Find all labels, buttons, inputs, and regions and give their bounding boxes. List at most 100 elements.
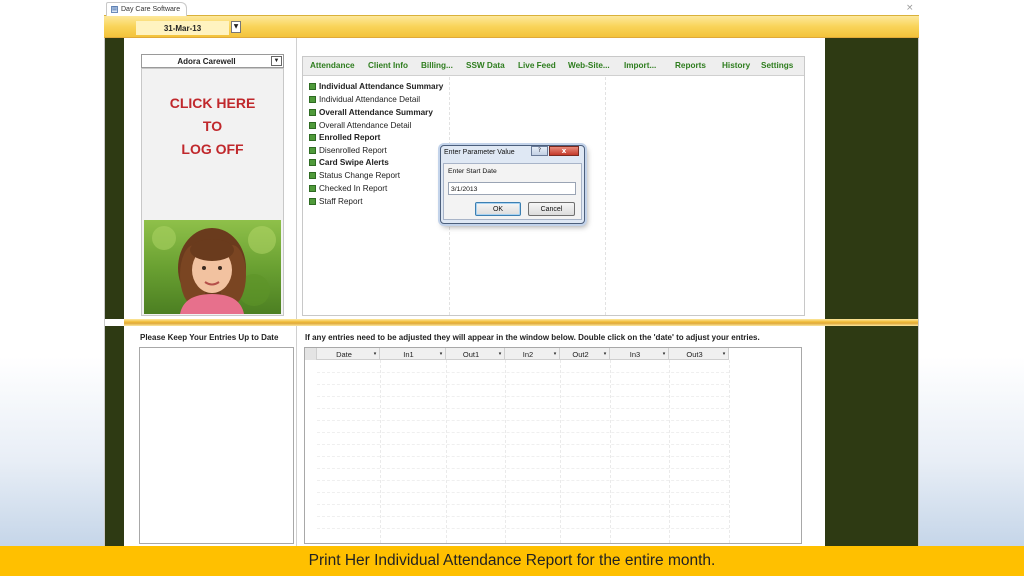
logoff-line-1: CLICK HERE (169, 95, 256, 111)
section-divider (124, 319, 918, 326)
caption-text: Print Her Individual Attendance Report f… (308, 552, 716, 569)
notes-box[interactable] (139, 347, 294, 544)
tab-attendance[interactable]: Attendance (310, 61, 355, 70)
report-bullet-icon (309, 134, 316, 141)
entries-instructions: If any entries need to be adjusted they … (305, 333, 760, 342)
tab-import[interactable]: Import... (624, 61, 656, 70)
column-out1[interactable]: Out1 ▾ (446, 348, 505, 360)
column-label: In3 (629, 349, 641, 359)
column-in2[interactable]: In2 ▾ (505, 348, 560, 360)
column-out3[interactable]: Out3 ▾ (669, 348, 729, 360)
date-dropdown-icon[interactable]: ▼ (231, 21, 241, 33)
grid-select-all[interactable] (305, 348, 317, 360)
column-label: In2 (522, 349, 534, 359)
column-label: In1 (403, 349, 414, 359)
grid-row-line (317, 492, 729, 493)
tab-reports[interactable]: Reports (675, 61, 706, 70)
grid-row-line (317, 516, 729, 517)
left-side-strip-lower (105, 326, 124, 546)
report-overall-attendance-detail[interactable]: Overall Attendance Detail (309, 121, 411, 130)
column-label: Out1 (462, 349, 480, 359)
document-tab-title: Day Care Software (121, 6, 181, 13)
sort-arrow-icon[interactable]: ▾ (371, 351, 379, 357)
report-checked-in[interactable]: Checked In Report (309, 184, 387, 193)
report-bullet-icon (309, 96, 316, 103)
report-label: Enrolled Report (319, 133, 381, 142)
report-bullet-icon (309, 109, 316, 116)
tab-ssw-data[interactable]: SSW Data (466, 61, 505, 70)
tab-settings[interactable]: Settings (761, 61, 793, 70)
child-photo-image (144, 220, 281, 314)
user-select[interactable]: Adora Carewell ▼ (141, 54, 284, 68)
logoff-line-3: LOG OFF (181, 141, 244, 157)
sort-arrow-icon[interactable]: ▾ (496, 351, 504, 357)
grid-row-line (317, 420, 729, 421)
grid-row-line (317, 408, 729, 409)
tab-web-site[interactable]: Web-Site... (568, 61, 610, 70)
column-label: Out2 (572, 349, 589, 359)
start-date-input[interactable]: 3/1/2013 (448, 182, 576, 195)
tab-history[interactable]: History (722, 61, 750, 70)
sort-arrow-icon[interactable]: ▾ (601, 351, 609, 357)
grid-row-line (317, 456, 729, 457)
sort-arrow-icon[interactable]: ▾ (437, 351, 445, 357)
column-label: Date (336, 349, 352, 359)
report-label: Staff Report (319, 197, 363, 206)
column-in1[interactable]: In1 ▾ (380, 348, 446, 360)
report-bullet-icon (309, 172, 316, 179)
report-card-swipe-alerts[interactable]: Card Swipe Alerts (309, 158, 389, 167)
report-label: Overall Attendance Detail (319, 121, 412, 130)
report-individual-attendance-detail[interactable]: Individual Attendance Detail (309, 95, 420, 104)
report-label: Card Swipe Alerts (319, 158, 389, 167)
report-bullet-icon (309, 198, 316, 205)
report-label: Overall Attendance Summary (319, 108, 433, 117)
column-divider (605, 77, 606, 315)
grid-row-line (317, 444, 729, 445)
document-tab[interactable]: ▤ Day Care Software (106, 2, 188, 16)
tab-live-feed[interactable]: Live Feed (518, 61, 556, 70)
column-out2[interactable]: Out2 ▾ (560, 348, 610, 360)
report-bullet-icon (309, 122, 316, 129)
column-in3[interactable]: In3 ▾ (610, 348, 669, 360)
report-label: Individual Attendance Summary (319, 82, 444, 91)
report-label: Status Change Report (319, 171, 401, 180)
report-disenrolled[interactable]: Disenrolled Report (309, 146, 387, 155)
report-label: Disenrolled Report (319, 146, 387, 155)
document-tab-strip (104, 0, 919, 16)
tab-client-info[interactable]: Client Info (368, 61, 408, 70)
dialog-title: Enter Parameter Value (444, 149, 515, 156)
report-individual-attendance-summary[interactable]: Individual Attendance Summary (309, 82, 443, 91)
report-enrolled[interactable]: Enrolled Report (309, 133, 380, 142)
grid-row-line (317, 384, 729, 385)
form-icon: ▤ (111, 6, 118, 13)
grid-row-line (317, 372, 729, 373)
right-side-strip (825, 38, 918, 319)
grid-row-line (317, 432, 729, 433)
sort-arrow-icon[interactable]: ▾ (551, 351, 559, 357)
left-side-strip (105, 38, 124, 319)
cancel-button[interactable]: Cancel (528, 202, 575, 216)
report-bullet-icon (309, 147, 316, 154)
notes-label: Please Keep Your Entries Up to Date (140, 333, 279, 342)
ok-button[interactable]: OK (475, 202, 521, 216)
column-date[interactable]: Date ▾ (317, 348, 380, 360)
column-label: Out3 (686, 349, 703, 359)
chevron-down-icon[interactable]: ▼ (271, 56, 282, 66)
child-photo (144, 220, 281, 314)
report-bullet-icon (309, 185, 316, 192)
sort-arrow-icon[interactable]: ▾ (660, 351, 668, 357)
help-icon[interactable]: ? (531, 146, 548, 156)
tab-billing[interactable]: Billing... (421, 61, 453, 70)
close-icon[interactable]: x (549, 146, 579, 156)
logoff-button[interactable]: CLICK HERE TO LOG OFF (141, 92, 284, 161)
sort-arrow-icon[interactable]: ▾ (720, 351, 728, 357)
entries-grid[interactable] (304, 347, 802, 544)
current-date-field[interactable]: 31-Mar-13 (136, 21, 229, 35)
dialog-prompt: Enter Start Date (448, 168, 497, 175)
logoff-line-2: TO (202, 118, 223, 134)
close-tab-icon[interactable]: × (906, 3, 914, 13)
report-status-change[interactable]: Status Change Report (309, 171, 400, 180)
report-overall-attendance-summary[interactable]: Overall Attendance Summary (309, 108, 433, 117)
report-staff[interactable]: Staff Report (309, 197, 363, 206)
grid-row-line (317, 468, 729, 469)
